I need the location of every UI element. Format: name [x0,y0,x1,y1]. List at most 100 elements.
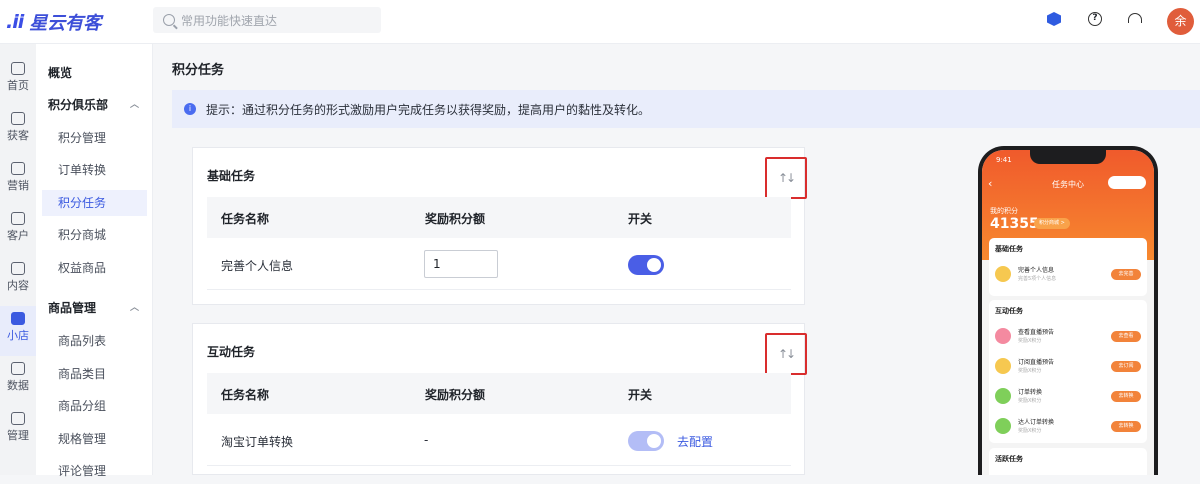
page-title: 积分任务 [172,63,225,78]
menu-item-order-convert[interactable]: 订单转换 [36,157,153,183]
menu-group-goods-manage[interactable]: 商品管理 ︿ [36,295,153,321]
search-icon [163,14,175,26]
task-toggle[interactable] [628,431,664,451]
menu-item-points-mall[interactable]: 积分商城 [36,222,153,248]
rail-item-acquire[interactable]: 获客 [0,106,36,156]
task-button: 去转换 [1111,421,1141,432]
menu-item-goods-category[interactable]: 商品类目 [36,361,153,387]
task-button: 去查看 [1111,331,1141,342]
mall-badge: 积分商城 > [1034,218,1070,229]
phone-task-row: 订阅直播预告 奖励X积分 去订阅 [995,352,1145,378]
phone-preview: 9:41 ‹ 任务中心 我的积分 41355 积分商城 > 基础任务 完善个人信… [978,146,1158,475]
phone-basic-section: 基础任务 完善个人信息 完善5项个人信息 去完善 [989,238,1147,296]
logo[interactable]: .ii 星云有客 [6,10,101,34]
points-value: - [424,433,429,447]
rail-item-customer[interactable]: 客户 [0,206,36,256]
card-title: 基础任务 [207,169,256,183]
help-icon[interactable]: ? [1088,12,1102,26]
rail-item-home[interactable]: 首页 [0,56,36,106]
col-points: 奖励积分额 [425,388,486,402]
rail-item-shop[interactable]: 小店 [0,306,36,356]
menu-item-overview[interactable]: 概览 [36,60,153,86]
menu-item-comment-manage[interactable]: 评论管理 [36,458,153,484]
rail-item-manage[interactable]: 管理 [0,406,36,456]
secondary-menu: 概览 积分俱乐部 ︿ 积分管理 订单转换 积分任务 积分商城 权益商品 商品管理 ︿… [36,44,153,478]
pie-icon [11,362,25,375]
basic-task-card: 基础任务 ↑↓ 任务名称 奖励积分额 开关 完善个人信息 1 [192,147,807,305]
avatar[interactable]: 余 [1167,8,1194,35]
task-name: 查看直播预告 [1018,329,1055,336]
task-name: 订单转换 [1018,389,1043,396]
task-icon [995,358,1011,374]
task-sub: 奖励X积分 [1018,398,1042,404]
menu-item-spec-manage[interactable]: 规格管理 [36,426,153,452]
search-input[interactable]: 常用功能快速直达 [153,7,381,33]
task-icon [995,418,1011,434]
menu-group-points-club[interactable]: 积分俱乐部 ︿ [36,92,153,118]
menu-item-points-task[interactable]: 积分任务 [42,190,147,216]
rail-item-marketing[interactable]: 营销 [0,156,36,206]
phone-task-row: 完善个人信息 完善5项个人信息 去完善 [995,260,1145,286]
headset-icon[interactable] [1128,13,1142,23]
task-name: 淘宝订单转换 [221,435,294,449]
tip-text: 提示：通过积分任务的形式激励用户完成任务以获得奖励，提高用户的黏性及转化。 [206,102,651,117]
phone-time: 9:41 [996,156,1012,164]
grid-icon [11,412,25,425]
menu-item-goods-list[interactable]: 商品列表 [36,328,153,354]
section-title: 互动任务 [995,307,1023,315]
phone-task-row: 查看直播预告 奖励X积分 去查看 [995,322,1145,348]
phone-interactive-section: 互动任务 查看直播预告 奖励X积分 去查看 订阅直播预告 奖励X积分 去订阅 订… [989,300,1147,443]
task-button: 去完善 [1111,269,1141,280]
section-title: 活跃任务 [995,455,1023,463]
task-sub: 完善5项个人信息 [1018,276,1057,282]
rail-label: 获客 [7,129,29,142]
sort-toggle-icon[interactable]: ↑↓ [765,333,807,375]
user-plus-icon [11,112,25,125]
person-icon [11,212,25,225]
rail-label: 小店 [7,329,29,342]
card-title: 互动任务 [207,345,256,359]
task-button: 去转换 [1111,391,1141,402]
menu-item-benefit-goods[interactable]: 权益商品 [36,255,153,281]
task-name: 完善个人信息 [221,259,294,273]
bulb-icon [11,162,25,175]
task-name: 完善个人信息 [1018,267,1055,274]
chevron-up-icon: ︿ [129,303,139,313]
menu-item-goods-group[interactable]: 商品分组 [36,393,153,419]
rail-label: 内容 [7,279,29,292]
rail-label: 首页 [7,79,29,92]
table-row: 完善个人信息 1 [207,238,791,290]
rail-item-data[interactable]: 数据 [0,356,36,406]
folder-icon [11,262,25,275]
rail-label: 营销 [7,179,29,192]
task-toggle[interactable] [628,255,664,275]
phone-task-row: 达人订单转换 奖励X积分 去转换 [995,412,1145,438]
task-sub: 奖励X积分 [1018,428,1042,434]
menu-item-points-manage[interactable]: 积分管理 [36,125,153,151]
task-icon [995,388,1011,404]
configure-link[interactable]: 去配置 [677,433,713,450]
rail-item-content[interactable]: 内容 [0,256,36,306]
task-sub: 奖励X积分 [1018,338,1042,344]
group-label: 积分俱乐部 [48,98,109,112]
col-task-name: 任务名称 [221,388,270,402]
col-points: 奖励积分额 [425,212,486,226]
rail-label: 客户 [7,229,29,242]
table-header: 任务名称 奖励积分额 开关 [207,373,791,414]
task-sub: 奖励X积分 [1018,368,1042,374]
phone-notch [1030,150,1106,164]
task-icon [995,266,1011,282]
task-icon [995,328,1011,344]
section-title: 基础任务 [995,245,1023,253]
cube-icon[interactable] [1047,12,1061,26]
sort-toggle-icon[interactable]: ↑↓ [765,157,807,199]
col-switch: 开关 [628,212,653,226]
info-icon: i [184,103,196,115]
col-switch: 开关 [628,388,653,402]
chevron-up-icon: ︿ [129,100,139,110]
group-label: 商品管理 [48,301,97,315]
points-input[interactable]: 1 [424,250,498,278]
my-points-label: 我的积分 [990,207,1018,215]
tip-banner: i 提示：通过积分任务的形式激励用户完成任务以获得奖励，提高用户的黏性及转化。 [172,90,1200,128]
top-bar: .ii 星云有客 常用功能快速直达 ? 余 [0,0,1200,44]
